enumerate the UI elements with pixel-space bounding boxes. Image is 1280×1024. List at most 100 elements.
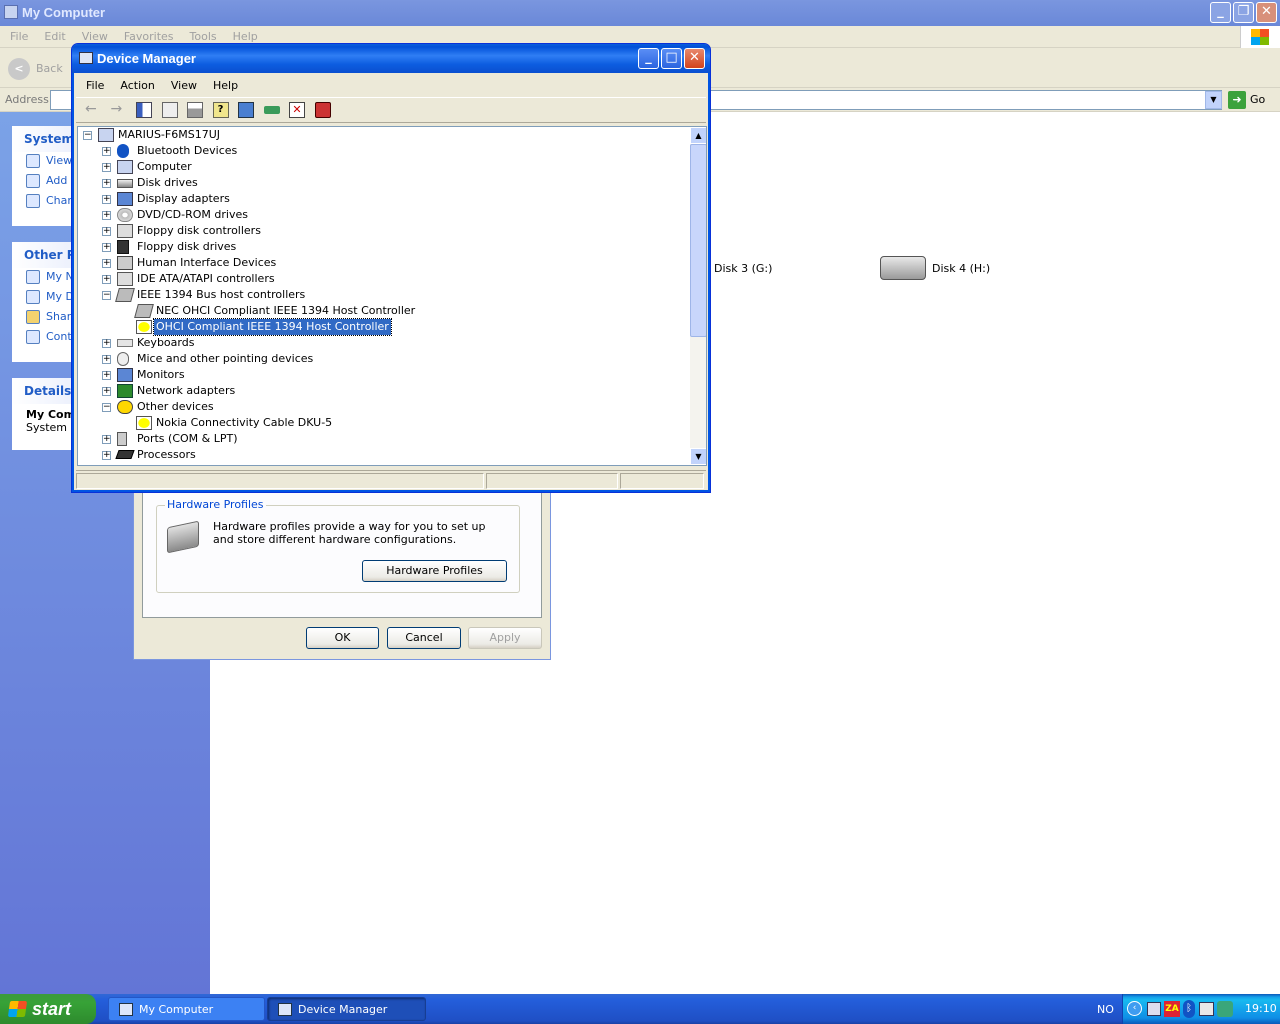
tree-item-label: Ports (COM & LPT) xyxy=(137,432,238,445)
my-documents-icon xyxy=(26,290,40,304)
show-hide-tree-icon[interactable] xyxy=(136,102,152,118)
scan-hardware-icon[interactable] xyxy=(238,102,254,118)
computer-icon xyxy=(119,1003,133,1016)
tree-item-label: Display adapters xyxy=(137,192,230,205)
explorer-minimize-button[interactable]: _ xyxy=(1210,2,1231,23)
clock[interactable]: 19:10 xyxy=(1245,1002,1277,1015)
device-manager-window: Device Manager _ □ ✕ File Action View Help … xyxy=(71,43,711,493)
windows-flag-icon xyxy=(7,1001,28,1017)
go-arrow-icon: ➜ xyxy=(1228,91,1246,109)
back-arrow-icon: < xyxy=(8,58,30,80)
tree-root-label: MARIUS-F6MS17UJ xyxy=(118,128,220,141)
monitor-icon xyxy=(117,368,133,382)
scroll-up-button[interactable]: ▲ xyxy=(690,127,706,144)
explorer-restore-button[interactable]: ❐ xyxy=(1233,2,1254,23)
expand-toggle[interactable]: + xyxy=(102,339,111,348)
properties-icon[interactable] xyxy=(161,102,178,118)
computer-icon xyxy=(98,128,114,142)
expand-toggle[interactable]: + xyxy=(102,227,111,236)
drive-item[interactable]: Disk 4 (H:) xyxy=(880,254,1000,284)
expand-toggle[interactable]: + xyxy=(102,259,111,268)
zonealarm-tray-icon[interactable]: ZA xyxy=(1164,1001,1180,1017)
menu-action[interactable]: Action xyxy=(112,77,162,95)
address-dropdown-button[interactable]: ▼ xyxy=(1205,91,1222,109)
bluetooth-tray-icon[interactable]: ᛒ xyxy=(1183,1000,1195,1018)
uninstall-icon[interactable]: ✕ xyxy=(289,102,305,118)
tree-item-label: IDE ATA/ATAPI controllers xyxy=(137,272,275,285)
collapse-toggle[interactable]: − xyxy=(102,291,111,300)
tray-app-icon[interactable] xyxy=(1217,1001,1233,1017)
floppy-controller-icon xyxy=(117,224,133,238)
cancel-button[interactable]: Cancel xyxy=(387,627,461,649)
go-button[interactable]: ➜ Go xyxy=(1228,91,1265,109)
expand-toggle[interactable]: + xyxy=(102,195,111,204)
apply-button[interactable]: Apply xyxy=(468,627,542,649)
tree-scrollbar[interactable]: ▲ ▼ xyxy=(690,127,706,465)
expand-toggle[interactable]: + xyxy=(102,387,111,396)
maximize-button[interactable]: □ xyxy=(661,48,682,69)
tray-expand-icon[interactable]: ‹ xyxy=(1127,1001,1142,1016)
expand-toggle[interactable]: + xyxy=(102,147,111,156)
update-driver-icon[interactable] xyxy=(263,106,280,114)
expand-toggle[interactable]: + xyxy=(102,243,111,252)
hardware-profiles-button[interactable]: Hardware Profiles xyxy=(362,560,507,582)
expand-toggle[interactable]: + xyxy=(102,275,111,284)
network-adapter-icon xyxy=(117,384,133,398)
hid-icon xyxy=(117,256,133,270)
add-remove-icon xyxy=(26,174,40,188)
tree-item-label: Floppy disk drives xyxy=(137,240,237,253)
tree-item-label: OHCI Compliant IEEE 1394 Host Controller xyxy=(153,318,392,336)
drive-item[interactable]: Disk 3 (G:) xyxy=(714,262,772,275)
close-button[interactable]: ✕ xyxy=(684,48,705,69)
print-icon[interactable] xyxy=(187,102,203,118)
device-tree-view[interactable]: ▲ ▼ − MARIUS-F6MS17UJ + Bluetooth Devices… xyxy=(77,126,707,466)
system-tray: ‹ ZA ᛒ 19:10 xyxy=(1122,994,1280,1024)
tree-item-label: Computer xyxy=(137,160,192,173)
scroll-thumb[interactable] xyxy=(690,144,706,337)
expand-toggle[interactable]: + xyxy=(102,179,111,188)
explorer-close-button[interactable]: ✕ xyxy=(1256,2,1277,23)
warning-device-icon xyxy=(136,416,152,430)
menu-help[interactable]: Help xyxy=(205,77,246,95)
expand-toggle[interactable]: + xyxy=(102,371,111,380)
help-icon[interactable]: ? xyxy=(212,102,229,118)
start-button[interactable]: start xyxy=(0,994,96,1024)
taskbar-device-manager[interactable]: Device Manager xyxy=(267,997,426,1021)
forward-arrow-icon[interactable]: → xyxy=(111,102,127,118)
menu-file[interactable]: File xyxy=(78,77,112,95)
expand-toggle[interactable]: + xyxy=(102,451,111,460)
menu-file[interactable]: File xyxy=(2,28,36,46)
tree-item-label: IEEE 1394 Bus host controllers xyxy=(137,288,306,301)
port-icon xyxy=(117,432,127,446)
ide-controller-icon xyxy=(117,272,133,286)
cdrom-icon xyxy=(117,208,133,222)
expand-toggle[interactable]: + xyxy=(102,211,111,220)
expand-toggle[interactable]: + xyxy=(102,355,111,364)
back-arrow-icon[interactable]: ← xyxy=(85,102,101,118)
network-tray-icon[interactable] xyxy=(1147,1002,1161,1016)
tree-item-label: Network adapters xyxy=(137,384,236,397)
taskbar-my-computer[interactable]: My Computer xyxy=(108,997,265,1021)
explorer-title: My Computer xyxy=(22,5,106,20)
menu-edit[interactable]: Edit xyxy=(36,28,73,46)
language-indicator[interactable]: NO xyxy=(1097,1003,1114,1016)
address-label: Address xyxy=(5,93,49,106)
scroll-down-button[interactable]: ▼ xyxy=(690,448,706,465)
expand-toggle[interactable]: + xyxy=(102,163,111,172)
volume-tray-icon[interactable] xyxy=(1199,1002,1214,1016)
ok-button[interactable]: OK xyxy=(306,627,379,649)
mouse-icon xyxy=(117,352,129,366)
expand-toggle[interactable]: + xyxy=(102,435,111,444)
disable-icon[interactable] xyxy=(314,102,331,118)
minimize-button[interactable]: _ xyxy=(638,48,659,69)
processor-icon xyxy=(115,450,135,459)
menu-view[interactable]: View xyxy=(163,77,205,95)
network-places-icon xyxy=(26,270,40,284)
tree-item-label: Floppy disk controllers xyxy=(137,224,261,237)
back-button[interactable]: < Back xyxy=(8,58,63,80)
keyboard-icon xyxy=(117,339,133,347)
tree-item-label: Keyboards xyxy=(137,336,195,349)
device-manager-icon xyxy=(79,52,93,64)
collapse-toggle[interactable]: − xyxy=(102,403,111,412)
collapse-toggle[interactable]: − xyxy=(83,131,92,140)
